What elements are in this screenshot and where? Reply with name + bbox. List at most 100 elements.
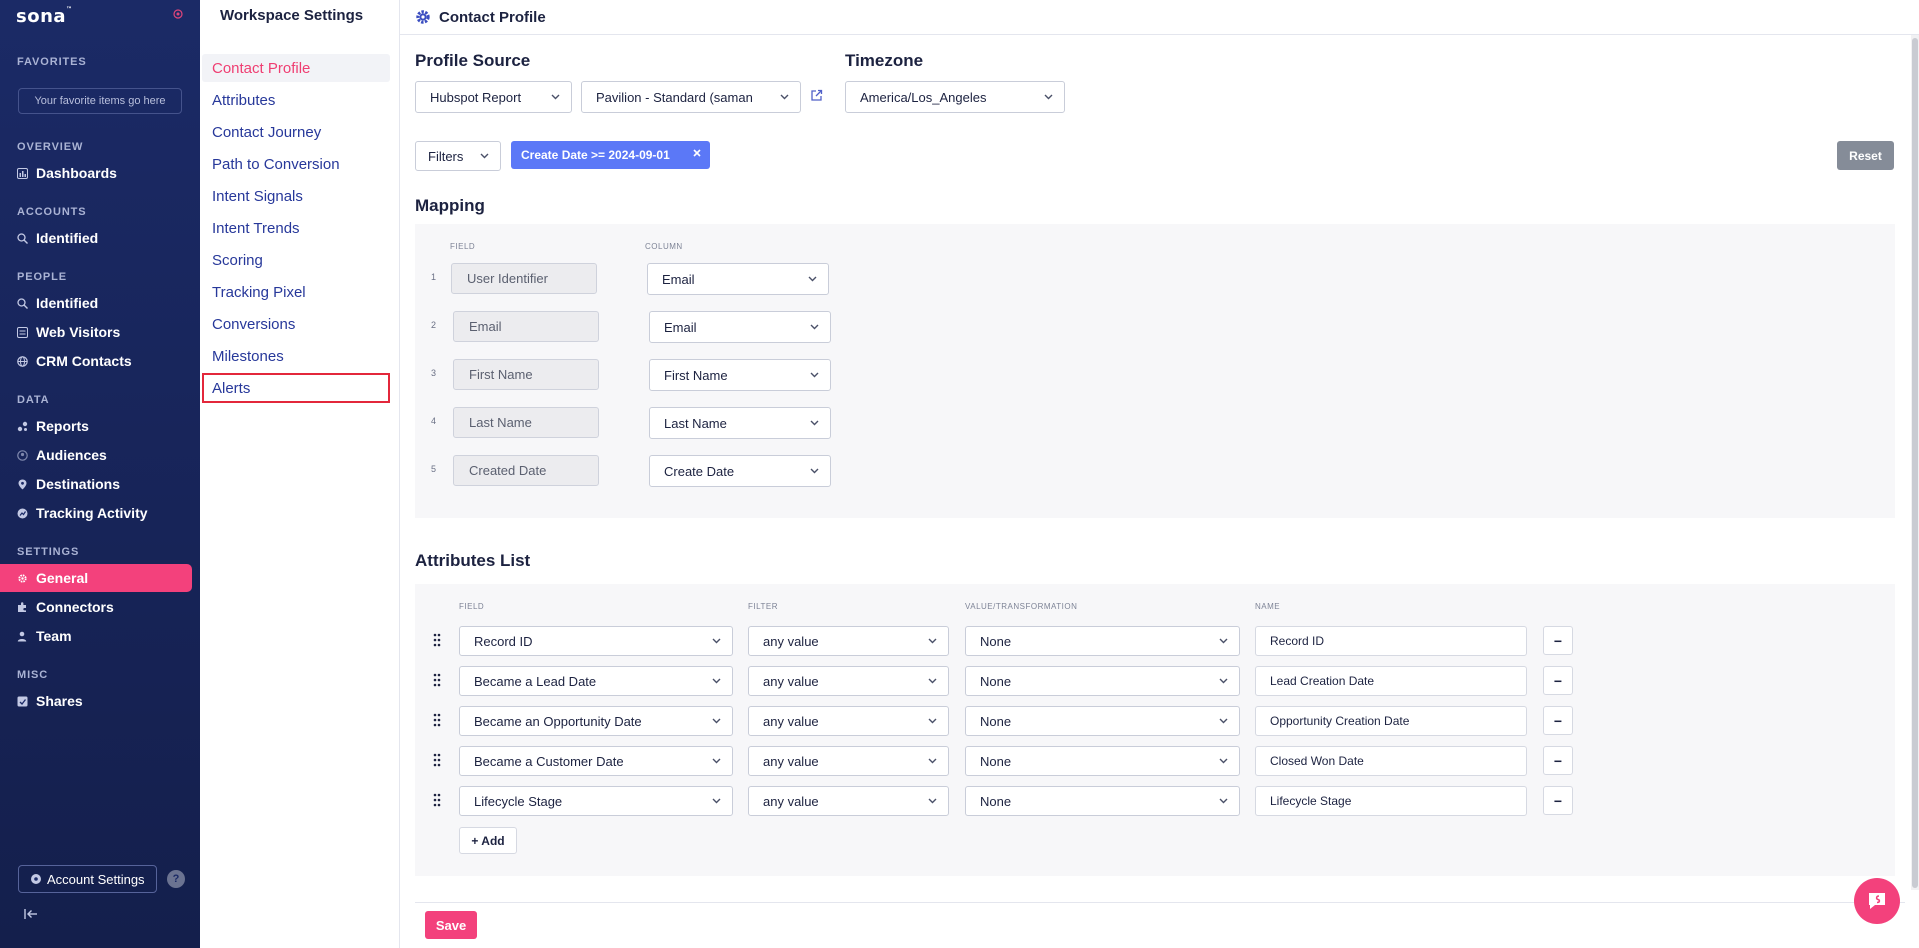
mapping-column-select[interactable]: Email [647,263,829,295]
attr-name-input[interactable]: Opportunity Creation Date [1255,706,1527,736]
remove-attribute-button[interactable]: − [1543,746,1573,775]
attr-name-input[interactable]: Closed Won Date [1255,746,1527,776]
reset-button[interactable]: Reset [1837,141,1894,170]
favorites-section-label: FAVORITES [17,56,87,68]
mapping-row-number: 2 [431,320,437,330]
subnav-item-contact-journey[interactable]: Contact Journey [202,118,390,146]
sidebar-item-team[interactable]: Team [0,622,192,650]
collapse-icon[interactable] [24,908,38,920]
pin-icon [18,479,27,489]
sidebar-item-connectors[interactable]: Connectors [0,593,192,621]
chevron-down-icon [1219,718,1228,724]
attr-field-select[interactable]: Lifecycle Stage [459,786,733,816]
settings-section-label: SETTINGS [17,546,80,558]
logo-text: sona [16,6,67,27]
sidebar-item-general[interactable]: General [0,564,192,592]
sidebar-item-web-visitors[interactable]: Web Visitors [0,318,192,346]
subnav-item-intent-signals[interactable]: Intent Signals [202,182,390,210]
sidebar-item-shares[interactable]: Shares [0,687,192,715]
mapping-column-select[interactable]: Create Date [649,455,831,487]
sidebar-item-label: Connectors [36,599,114,615]
drag-handle-icon[interactable] [433,713,441,727]
select-value: any value [763,713,819,729]
account-settings-button[interactable]: Account Settings [18,865,157,893]
chevron-down-icon [1044,94,1053,100]
sidebar-item-destinations[interactable]: Destinations [0,470,192,498]
drag-handle-icon[interactable] [433,633,441,647]
attr-name-input[interactable]: Record ID [1255,626,1527,656]
attr-filter-select[interactable]: any value [748,706,949,736]
remove-attribute-button[interactable]: − [1543,626,1573,655]
subnav-item-path-to-conversion[interactable]: Path to Conversion [202,150,390,178]
subnav-item-intent-trends[interactable]: Intent Trends [202,214,390,242]
add-attribute-button[interactable]: + Add [459,827,517,854]
sidebar-item-dashboards[interactable]: Dashboards [0,159,192,187]
filters-label: Filters [428,148,464,164]
attr-value-select[interactable]: None [965,746,1240,776]
subnav-item-attributes[interactable]: Attributes [202,86,390,114]
subnav-item-scoring[interactable]: Scoring [202,246,390,274]
sidebar-item-accounts-identified[interactable]: Identified [0,224,192,252]
drag-handle-icon[interactable] [433,673,441,687]
profile-source-type-select[interactable]: Hubspot Report [415,81,572,113]
profile-source-report-select[interactable]: Pavilion - Standard (saman [581,81,801,113]
mapping-column-select[interactable]: Last Name [649,407,831,439]
sidebar-item-crm-contacts[interactable]: CRM Contacts [0,347,192,375]
chat-button[interactable] [1854,878,1900,924]
timezone-select[interactable]: America/Los_Angeles [845,81,1065,113]
mapping-column-select[interactable]: Email [649,311,831,343]
close-icon[interactable] [692,148,702,158]
sidebar-item-label: Identified [36,230,99,246]
attr-value-select[interactable]: None [965,706,1240,736]
sidebar-item-label: Dashboards [36,165,117,181]
attr-field-select[interactable]: Became an Opportunity Date [459,706,733,736]
attr-filter-select[interactable]: any value [748,626,949,656]
save-button[interactable]: Save [425,911,477,939]
attr-filter-header: FILTER [748,602,778,611]
subnav-item-conversions[interactable]: Conversions [202,310,390,338]
sidebar-item-tracking-activity[interactable]: Tracking Activity [0,499,192,527]
audience-icon [17,449,28,461]
help-icon[interactable]: ? [167,870,185,888]
subnav-item-tracking-pixel[interactable]: Tracking Pixel [202,278,390,306]
chevron-down-icon [1219,758,1228,764]
gear-icon [18,573,27,583]
search-icon [17,297,28,309]
sona-logo[interactable]: sona™ [16,6,73,27]
subnav-item-alerts[interactable]: Alerts [202,373,390,403]
external-link-icon[interactable] [810,89,823,102]
filter-chip[interactable]: Create Date >= 2024-09-01 [511,141,710,169]
attr-filter-select[interactable]: any value [748,666,949,696]
scrollbar-thumb[interactable] [1912,38,1918,888]
attr-value-select[interactable]: None [965,666,1240,696]
attr-name-input[interactable]: Lifecycle Stage [1255,786,1527,816]
gear-icon[interactable] [172,8,184,20]
sidebar-item-reports[interactable]: Reports [0,412,192,440]
subnav-item-contact-profile[interactable]: Contact Profile [202,54,390,82]
filters-dropdown[interactable]: Filters [415,141,501,171]
sidebar-item-audiences[interactable]: Audiences [0,441,192,469]
drag-handle-icon[interactable] [433,753,441,767]
attr-filter-select[interactable]: any value [748,746,949,776]
chevron-down-icon [551,94,560,100]
attr-value-select[interactable]: None [965,626,1240,656]
remove-attribute-button[interactable]: − [1543,666,1573,695]
subnav-item-milestones[interactable]: Milestones [202,342,390,370]
remove-attribute-button[interactable]: − [1543,786,1573,815]
chevron-down-icon [928,678,937,684]
sidebar-item-label: Web Visitors [36,324,121,340]
mapping-field: First Name [453,359,599,390]
attr-name-input[interactable]: Lead Creation Date [1255,666,1527,696]
attr-field-select[interactable]: Became a Lead Date [459,666,733,696]
remove-attribute-button[interactable]: − [1543,706,1573,735]
mapping-row-number: 3 [431,368,437,378]
attr-filter-select[interactable]: any value [748,786,949,816]
sidebar-item-people-identified[interactable]: Identified [0,289,192,317]
attr-field-select[interactable]: Became a Customer Date [459,746,733,776]
mapping-column-select[interactable]: First Name [649,359,831,391]
mapping-column-header: COLUMN [645,242,683,251]
drag-handle-icon[interactable] [433,793,441,807]
attr-field-select[interactable]: Record ID [459,626,733,656]
attr-value-select[interactable]: None [965,786,1240,816]
main-sidebar: sona™ FAVORITES Your favorite items go h… [0,0,200,948]
